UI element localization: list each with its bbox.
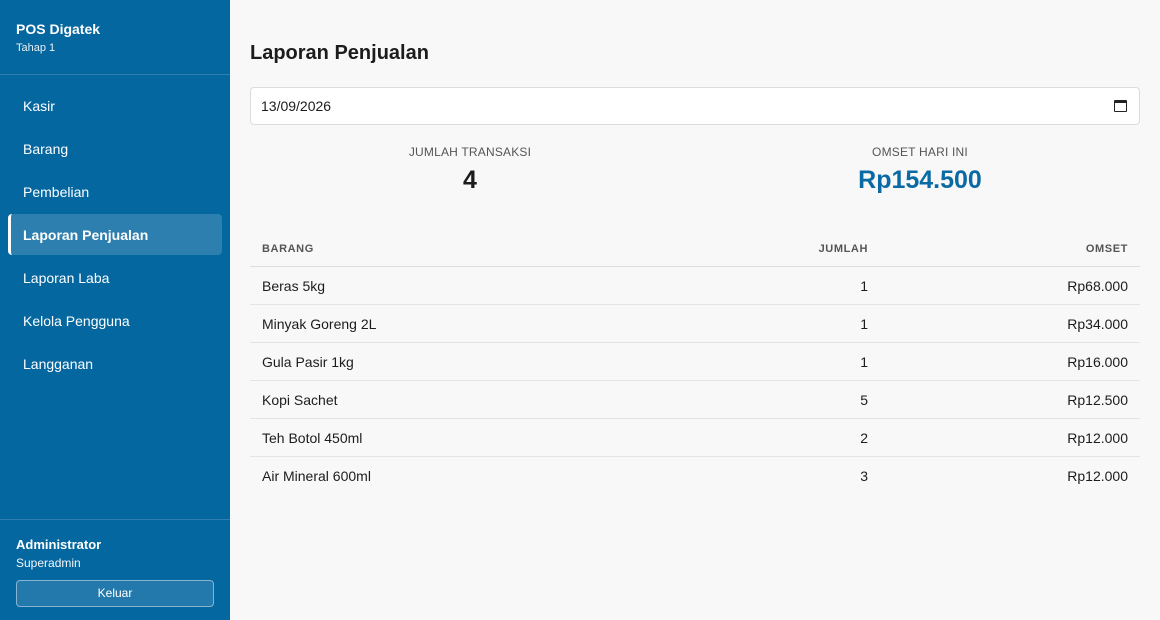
column-header-qty: JUMLAH xyxy=(818,243,868,255)
calendar-icon[interactable] xyxy=(1114,100,1127,112)
stat-transactions-value: 4 xyxy=(463,166,477,194)
cell-qty: 3 xyxy=(860,468,868,484)
cell-turnover: Rp16.000 xyxy=(1067,353,1128,370)
user-role: Superadmin xyxy=(16,556,81,570)
user-name: Administrator xyxy=(16,537,102,552)
cell-turnover: Rp34.000 xyxy=(1067,315,1128,332)
date-input[interactable]: 13/09/2026 xyxy=(250,87,1140,125)
sidebar: POS Digatek Tahap 1 Kasir Barang Pembeli… xyxy=(0,0,230,620)
user-panel: Administrator Superadmin Keluar xyxy=(0,519,230,620)
table-row: Minyak Goreng 2L 1 Rp34.000 xyxy=(250,305,1140,343)
date-value: 13/09/2026 xyxy=(261,98,332,114)
cell-qty: 5 xyxy=(860,391,868,408)
sales-table: BARANG JUMLAH OMSET Beras 5kg 1 Rp68.000… xyxy=(250,232,1140,495)
cell-item: Minyak Goreng 2L xyxy=(262,315,377,332)
page-title: Laporan Penjualan xyxy=(250,42,429,64)
table-header: BARANG JUMLAH OMSET xyxy=(250,232,1140,267)
cell-item: Beras 5kg xyxy=(262,277,326,294)
app-subtitle: Tahap 1 xyxy=(16,42,56,54)
sidebar-item-laporan-penjualan[interactable]: Laporan Penjualan xyxy=(8,214,222,255)
logout-button[interactable]: Keluar xyxy=(16,580,214,607)
cell-item: Teh Botol 450ml xyxy=(262,429,363,446)
cell-turnover: Rp68.000 xyxy=(1067,277,1128,294)
sidebar-nav: Kasir Barang Pembelian Laporan Penjualan… xyxy=(8,85,222,386)
column-header-turnover: OMSET xyxy=(1085,243,1128,255)
cell-qty: 1 xyxy=(860,277,868,294)
stat-turnover: OMSET HARI INI Rp154.500 xyxy=(700,144,1140,195)
stat-turnover-label: OMSET HARI INI xyxy=(872,145,968,159)
table-row: Beras 5kg 1 Rp68.000 xyxy=(250,267,1140,305)
stat-turnover-value: Rp154.500 xyxy=(858,166,982,194)
column-header-item: BARANG xyxy=(262,243,314,255)
sidebar-item-pembelian[interactable]: Pembelian xyxy=(8,171,222,212)
cell-qty: 2 xyxy=(860,429,868,446)
cell-qty: 1 xyxy=(860,315,868,332)
sidebar-item-barang[interactable]: Barang xyxy=(8,128,222,169)
sidebar-item-laporan-laba[interactable]: Laporan Laba xyxy=(8,257,222,298)
sidebar-item-langganan[interactable]: Langganan xyxy=(8,343,222,384)
table-row: Kopi Sachet 5 Rp12.500 xyxy=(250,381,1140,419)
cell-turnover: Rp12.000 xyxy=(1067,468,1128,484)
cell-item: Kopi Sachet xyxy=(262,391,338,408)
table-row: Air Mineral 600ml 3 Rp12.000 xyxy=(250,457,1140,495)
cell-turnover: Rp12.500 xyxy=(1067,391,1128,408)
app-name: POS Digatek xyxy=(16,21,101,37)
main-content: Laporan Penjualan 13/09/2026 JUMLAH TRAN… xyxy=(250,0,1140,620)
cell-turnover: Rp12.000 xyxy=(1067,429,1128,446)
cell-item: Air Mineral 600ml xyxy=(262,468,371,484)
table-row: Teh Botol 450ml 2 Rp12.000 xyxy=(250,419,1140,457)
brand-header: POS Digatek Tahap 1 xyxy=(0,0,230,75)
cell-item: Gula Pasir 1kg xyxy=(262,353,354,370)
cell-qty: 1 xyxy=(860,353,868,370)
table-row: Gula Pasir 1kg 1 Rp16.000 xyxy=(250,343,1140,381)
sidebar-item-kasir[interactable]: Kasir xyxy=(8,85,222,126)
stat-transactions-label: JUMLAH TRANSAKSI xyxy=(408,145,532,159)
sidebar-item-kelola-pengguna[interactable]: Kelola Pengguna xyxy=(8,300,222,341)
stat-transactions: JUMLAH TRANSAKSI 4 xyxy=(250,144,690,195)
